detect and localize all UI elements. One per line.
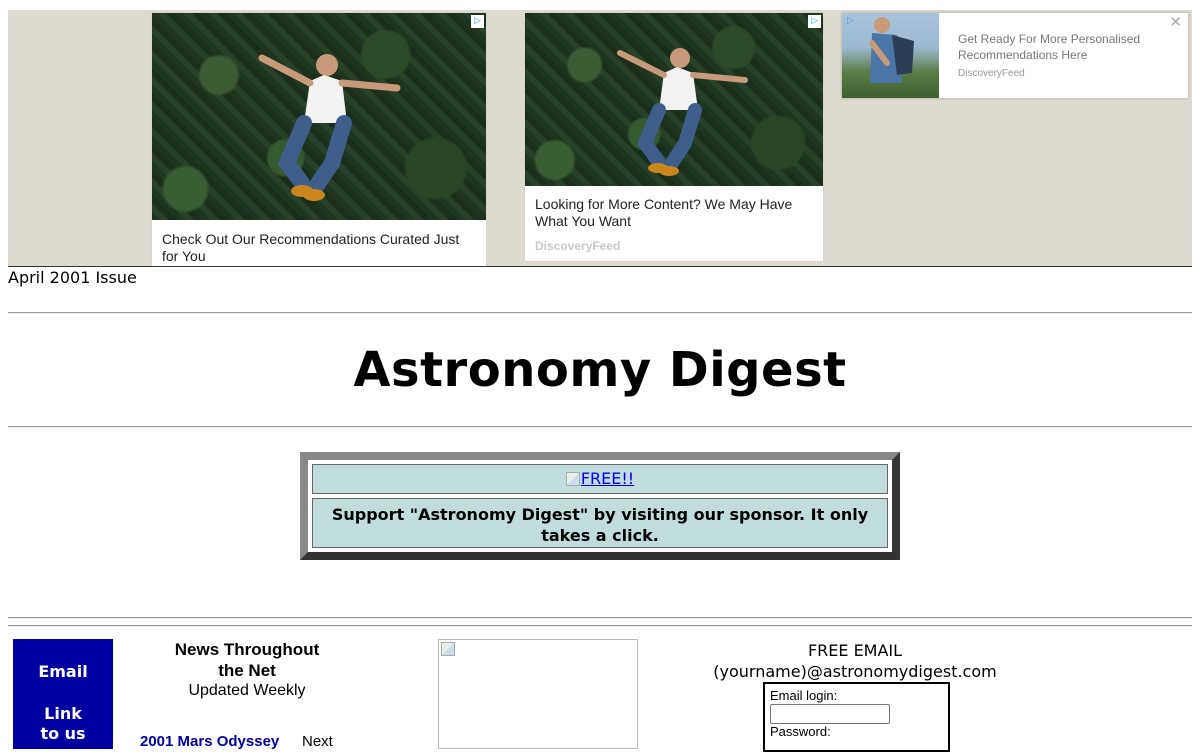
divider — [8, 625, 1192, 627]
ad-title[interactable]: Get Ready For More Personalised Recommen… — [958, 31, 1158, 63]
free-email-heading: FREE EMAIL — [807, 641, 903, 660]
broken-image-icon — [565, 472, 580, 486]
news-heading: News Throughout the Net — [174, 640, 320, 680]
login-input[interactable] — [770, 704, 890, 724]
sponsor-link-cell: FREE!! — [312, 464, 888, 494]
login-label: Email login: — [770, 688, 838, 703]
close-icon[interactable]: ✕ — [1169, 13, 1182, 31]
ad-choices-icon[interactable]: ▷ — [844, 15, 857, 28]
sponsor-message: Support "Astronomy Digest" by visiting o… — [312, 498, 888, 548]
free-email-address: (yourname)@astronomydigest.com — [713, 662, 997, 681]
email-login-form: Email login: Password: — [763, 682, 950, 752]
news-section: News Throughout the Net Updated Weekly — [140, 639, 354, 701]
issue-label: April 2001 Issue — [8, 268, 137, 287]
link-to-us[interactable]: Link to us — [33, 704, 93, 744]
ad-strip: ▷ Check Out Our Recommendations Curated … — [8, 10, 1192, 267]
ad-card-3[interactable]: ▷ Get Ready For More Personalised Recomm… — [842, 13, 1188, 98]
divider — [8, 426, 1192, 428]
sponsor-link-text: FREE!! — [580, 469, 635, 488]
free-email-section: FREE EMAIL (yourname)@astronomydigest.co… — [690, 640, 1020, 682]
ad-title[interactable]: Looking for More Content? We May Have Wh… — [535, 196, 811, 230]
ad-photo — [152, 13, 486, 220]
email-link-box[interactable]: Email Link to us — [13, 639, 113, 749]
jumping-man-illustration — [258, 54, 401, 201]
jumping-man-illustration — [617, 48, 748, 176]
broken-image-icon — [441, 642, 455, 656]
password-label: Password: — [770, 724, 831, 739]
ad-card-1[interactable]: ▷ Check Out Our Recommendations Curated … — [152, 13, 486, 266]
divider — [8, 617, 1192, 619]
ad-source: DiscoveryFeed — [958, 68, 1025, 79]
ad-card-2[interactable]: ▷ Looking for More Content? We May Have … — [525, 13, 823, 261]
news-link[interactable]: 2001 Mars Odyssey — [140, 733, 279, 750]
ad-title[interactable]: Check Out Our Recommendations Curated Ju… — [162, 231, 474, 265]
news-link-suffix: Next — [302, 733, 333, 750]
ad-choices-icon[interactable]: ▷ — [471, 15, 484, 28]
ad-photo — [525, 13, 823, 186]
page-title: Astronomy Digest — [353, 342, 847, 398]
image-placeholder — [438, 639, 638, 749]
ad-source: DiscoveryFeed — [535, 239, 621, 253]
news-subheading: Updated Weekly — [188, 682, 306, 699]
ad-choices-icon[interactable]: ▷ — [808, 15, 821, 28]
sponsor-link[interactable]: FREE!! — [565, 469, 635, 488]
sponsor-box: FREE!! Support "Astronomy Digest" by vis… — [300, 452, 900, 560]
divider — [8, 312, 1192, 314]
email-link[interactable]: Email — [13, 662, 113, 681]
